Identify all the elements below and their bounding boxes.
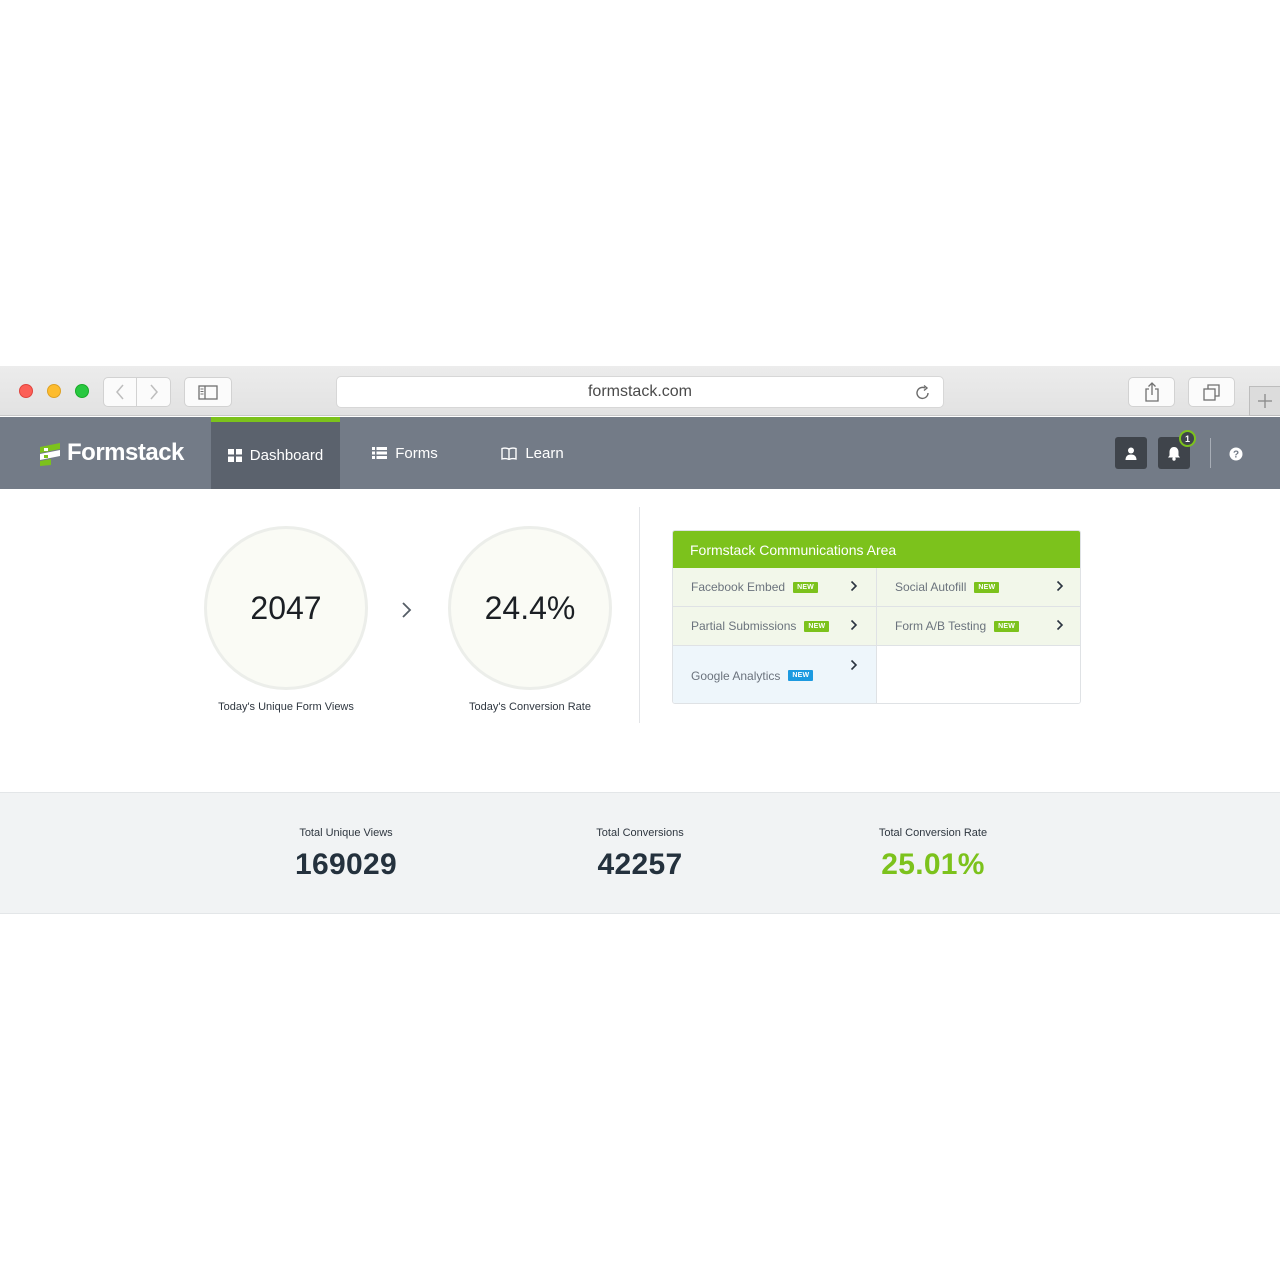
nav-dashboard[interactable]: Dashboard bbox=[211, 417, 340, 489]
comm-item-form-ab-testing[interactable]: Form A/B Testing NEW bbox=[877, 607, 1080, 646]
share-button[interactable] bbox=[1128, 377, 1175, 407]
address-bar[interactable]: formstack.com bbox=[336, 376, 944, 408]
new-tab-button[interactable] bbox=[1249, 386, 1280, 416]
total-rate-value: 25.01% bbox=[881, 848, 985, 881]
header-divider bbox=[1210, 438, 1211, 468]
bell-icon bbox=[1168, 446, 1180, 461]
formstack-logo[interactable]: Formstack bbox=[37, 439, 184, 467]
total-conversions: Total Conversions 42257 bbox=[520, 793, 760, 882]
todays-rate-circle: 24.4% bbox=[448, 526, 612, 690]
total-conversions-value: 42257 bbox=[597, 848, 683, 881]
chevron-left-icon bbox=[116, 384, 124, 400]
communications-title: Formstack Communications Area bbox=[673, 531, 1080, 568]
logo-text: Formstack bbox=[67, 439, 184, 466]
total-rate-label: Total Conversion Rate bbox=[878, 827, 988, 839]
new-badge: NEW bbox=[804, 620, 830, 632]
nav-forms[interactable]: Forms bbox=[360, 417, 450, 489]
section-divider bbox=[639, 507, 640, 723]
comm-item-social-autofill[interactable]: Social Autofill NEW bbox=[877, 568, 1080, 607]
total-unique-views: Total Unique Views 169029 bbox=[226, 793, 466, 882]
comm-item-label: Facebook Embed bbox=[691, 580, 786, 594]
browser-toolbar: formstack.com bbox=[0, 366, 1280, 416]
chevron-right-icon bbox=[850, 619, 858, 631]
notification-count-badge: 1 bbox=[1179, 430, 1196, 447]
list-icon bbox=[372, 447, 388, 459]
show-sidebar-button[interactable] bbox=[184, 377, 232, 407]
chevron-right-icon bbox=[1056, 619, 1064, 631]
total-views-value: 169029 bbox=[295, 848, 397, 881]
formstack-logo-icon bbox=[40, 442, 60, 466]
todays-rate-label: Today's Conversion Rate bbox=[469, 701, 591, 713]
forward-button[interactable] bbox=[137, 377, 171, 407]
chevron-right-icon bbox=[402, 602, 412, 618]
app-header: Formstack Dashboard Forms Learn bbox=[0, 417, 1280, 489]
todays-views-value: 2047 bbox=[250, 589, 322, 626]
book-icon bbox=[501, 446, 518, 460]
comm-item-label: Google Analytics bbox=[691, 668, 781, 683]
reload-icon[interactable] bbox=[915, 384, 931, 401]
nav-learn[interactable]: Learn bbox=[490, 417, 575, 489]
comm-item-label: Social Autofill bbox=[895, 580, 967, 594]
new-badge: NEW bbox=[793, 581, 818, 593]
url-text: formstack.com bbox=[587, 383, 692, 400]
chevron-right-icon bbox=[1056, 580, 1064, 592]
totals-band: Total Unique Views 169029 Total Conversi… bbox=[0, 792, 1280, 914]
new-badge: NEW bbox=[974, 581, 1000, 593]
chevron-right-icon bbox=[850, 659, 858, 671]
comm-item-label: Form A/B Testing bbox=[895, 619, 987, 633]
new-badge: NEW bbox=[788, 670, 814, 681]
nav-dashboard-label: Dashboard bbox=[249, 447, 324, 464]
comm-item-partial-submissions[interactable]: Partial Submissions NEW bbox=[673, 607, 877, 646]
total-views-label: Total Unique Views bbox=[299, 827, 393, 839]
svg-text:?: ? bbox=[1233, 450, 1239, 461]
comm-item-facebook-embed[interactable]: Facebook Embed NEW bbox=[673, 568, 877, 607]
back-button[interactable] bbox=[103, 377, 137, 407]
close-window-button[interactable] bbox=[19, 384, 33, 398]
total-conversions-label: Total Conversions bbox=[596, 827, 684, 839]
sidebar-icon bbox=[198, 384, 218, 400]
user-icon bbox=[1125, 447, 1137, 460]
chevron-right-icon bbox=[850, 580, 858, 592]
help-icon[interactable]: ? bbox=[1229, 447, 1243, 461]
chevron-right-icon bbox=[149, 384, 158, 400]
show-tabs-button[interactable] bbox=[1188, 377, 1235, 407]
comm-item-label: Partial Submissions bbox=[691, 619, 797, 633]
communications-panel: Formstack Communications Area Facebook E… bbox=[672, 530, 1081, 704]
nav-forms-label: Forms bbox=[395, 444, 438, 462]
todays-rate-value: 24.4% bbox=[484, 589, 576, 626]
todays-views-circle: 2047 bbox=[204, 526, 368, 690]
grid-icon bbox=[227, 449, 242, 462]
tabs-overview-icon bbox=[1203, 383, 1220, 401]
share-icon bbox=[1144, 382, 1159, 402]
comm-empty-cell bbox=[877, 646, 1080, 703]
nav-learn-label: Learn bbox=[525, 444, 564, 462]
zoom-window-button[interactable] bbox=[75, 384, 89, 398]
todays-views-label: Today's Unique Form Views bbox=[218, 701, 354, 713]
total-conversion-rate: Total Conversion Rate 25.01% bbox=[813, 793, 1053, 882]
minimize-window-button[interactable] bbox=[47, 384, 61, 398]
new-badge: NEW bbox=[994, 620, 1020, 632]
plus-icon bbox=[1258, 394, 1272, 408]
user-menu-button[interactable] bbox=[1115, 437, 1147, 469]
comm-item-google-analytics[interactable]: Google Analytics NEW bbox=[673, 646, 877, 703]
